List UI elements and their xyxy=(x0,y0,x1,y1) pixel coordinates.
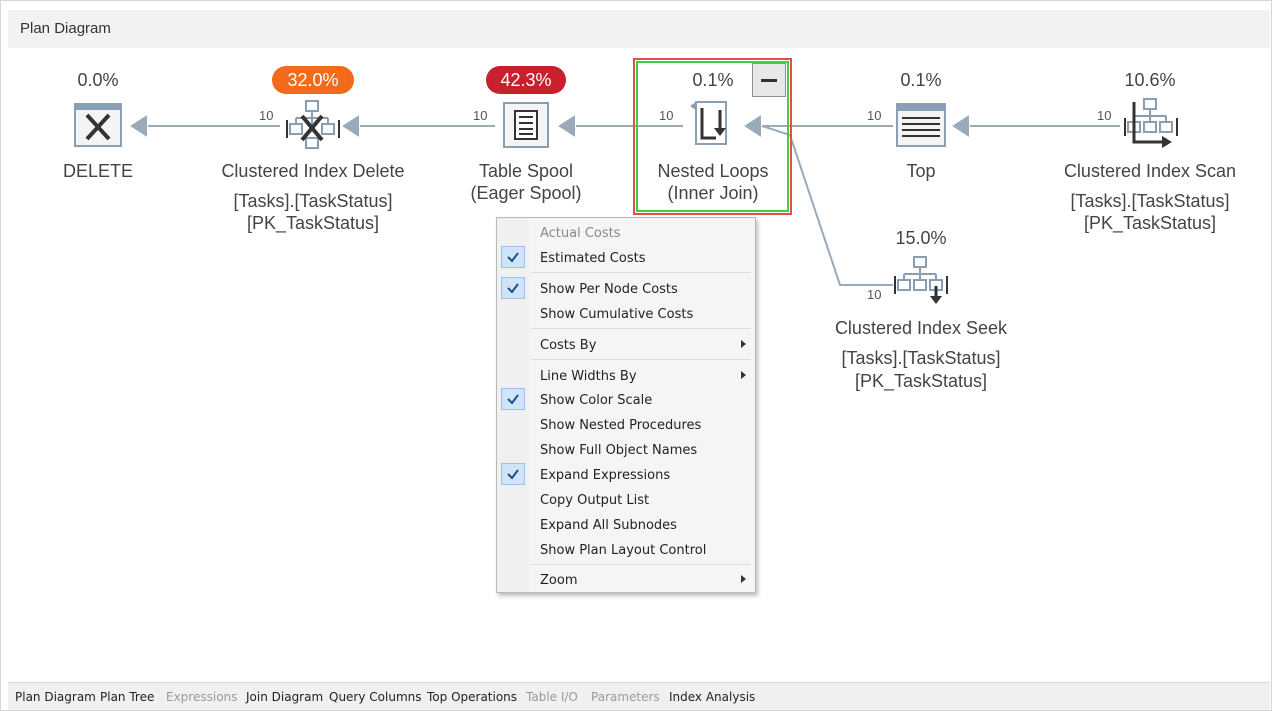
node-name: Table Spool xyxy=(478,161,574,181)
minus-icon xyxy=(761,79,777,82)
node-index: [PK_TaskStatus] xyxy=(854,371,988,391)
edge-arrow-delete xyxy=(130,115,147,137)
tab-expressions[interactable]: Expressions xyxy=(166,690,237,704)
node-index: [PK_TaskStatus] xyxy=(246,213,380,233)
nested-loops-icon xyxy=(690,101,727,145)
tab-index-analysis[interactable]: Index Analysis xyxy=(669,690,755,704)
menu-item-label: Show Full Object Names xyxy=(540,443,698,458)
menu-item-show-full-object-names[interactable]: Show Full Object Names xyxy=(498,437,754,462)
submenu-arrow-icon xyxy=(741,575,746,583)
tab-query-columns[interactable]: Query Columns xyxy=(329,690,422,704)
tab-top-operations[interactable]: Top Operations xyxy=(427,690,517,704)
edge-arrow-spool xyxy=(558,115,575,137)
menu-separator xyxy=(531,564,751,565)
menu-item-estimated-costs[interactable]: Estimated Costs xyxy=(498,245,754,270)
edge-arrow-cidelete xyxy=(342,115,359,137)
row-count: 10 xyxy=(659,108,674,123)
menu-item-show-plan-layout-control[interactable]: Show Plan Layout Control xyxy=(498,537,754,562)
check-icon xyxy=(501,246,525,268)
menu-item-expand-all-subnodes[interactable]: Expand All Subnodes xyxy=(498,512,754,537)
menu-item-label: Estimated Costs xyxy=(540,251,646,266)
menu-item-zoom[interactable]: Zoom xyxy=(498,567,754,592)
menu-item-label: Actual Costs xyxy=(540,226,621,241)
clustered-index-seek-icon xyxy=(894,256,948,304)
menu-separator xyxy=(531,328,751,329)
node-index: [PK_TaskStatus] xyxy=(1083,213,1217,233)
node-name: DELETE xyxy=(62,161,134,181)
node-name: Top xyxy=(906,161,936,181)
node-name: Clustered Index Scan xyxy=(1063,161,1237,181)
menu-item-label: Show Per Node Costs xyxy=(540,282,678,297)
clustered-index-delete-icon xyxy=(286,100,340,149)
menu-separator xyxy=(531,359,751,360)
menu-item-label: Copy Output List xyxy=(540,493,650,508)
row-count: 10 xyxy=(259,108,274,123)
tab-join-diagram[interactable]: Join Diagram xyxy=(246,690,323,704)
menu-item-show-per-node-costs[interactable]: Show Per Node Costs xyxy=(498,276,754,301)
node-cost-percent: 0.1% xyxy=(900,70,942,90)
menu-item-actual-costs[interactable]: Actual Costs xyxy=(498,220,754,245)
menu-item-label: Show Cumulative Costs xyxy=(540,307,694,322)
node-subname: (Inner Join) xyxy=(667,183,759,203)
tab-parameters[interactable]: Parameters xyxy=(591,690,660,704)
node-cost-percent: 10.6% xyxy=(1124,70,1176,90)
node-cost-badge: 42.3% xyxy=(486,66,566,94)
node-cost-badge: 32.0% xyxy=(272,66,354,94)
node-subname: (Eager Spool) xyxy=(470,183,582,203)
check-icon xyxy=(501,277,525,299)
menu-separator xyxy=(531,272,751,273)
menu-item-show-cumulative-costs[interactable]: Show Cumulative Costs xyxy=(498,301,754,326)
menu-item-label: Show Plan Layout Control xyxy=(540,543,707,558)
node-cost-percent: 0.1% xyxy=(692,70,734,90)
menu-item-label: Zoom xyxy=(540,573,578,588)
menu-item-line-widths-by[interactable]: Line Widths By xyxy=(498,363,754,388)
menu-item-show-color-scale[interactable]: Show Color Scale xyxy=(498,387,754,412)
menu-item-label: Expand Expressions xyxy=(540,468,671,483)
submenu-arrow-icon xyxy=(741,340,746,348)
node-object: [Tasks].[TaskStatus] xyxy=(841,348,1001,368)
check-icon xyxy=(501,388,525,410)
node-cost-percent: 15.0% xyxy=(895,228,947,248)
row-count: 10 xyxy=(867,108,882,123)
node-object: [Tasks].[TaskStatus] xyxy=(233,191,393,211)
menu-item-label: Expand All Subnodes xyxy=(540,518,677,533)
context-menu: Actual Costs Estimated Costs Show Per No… xyxy=(496,217,756,593)
menu-item-label: Show Color Scale xyxy=(540,393,653,408)
menu-item-copy-output-list[interactable]: Copy Output List xyxy=(498,487,754,512)
check-icon xyxy=(501,463,525,485)
node-name: Clustered Index Delete xyxy=(221,161,405,181)
menu-item-costs-by[interactable]: Costs By xyxy=(498,332,754,357)
menu-item-label: Costs By xyxy=(540,338,597,353)
node-cost-percent: 0.0% xyxy=(77,70,119,90)
node-name: Clustered Index Seek xyxy=(834,318,1008,338)
delete-icon xyxy=(74,103,122,147)
tab-plan-tree[interactable]: Plan Tree xyxy=(100,690,154,704)
edge-arrow-top xyxy=(952,115,969,137)
row-count: 10 xyxy=(473,108,488,123)
tab-table-io[interactable]: Table I/O xyxy=(526,690,578,704)
menu-item-expand-expressions[interactable]: Expand Expressions xyxy=(498,462,754,487)
bottom-tab-bar: Plan Diagram Plan Tree Expressions Join … xyxy=(8,682,1270,710)
clustered-index-scan-icon xyxy=(1124,98,1178,148)
row-count: 10 xyxy=(867,287,882,302)
submenu-arrow-icon xyxy=(741,371,746,379)
node-name: Nested Loops xyxy=(657,161,769,181)
menu-item-label: Show Nested Procedures xyxy=(540,418,702,433)
row-count: 10 xyxy=(1097,108,1112,123)
table-spool-icon xyxy=(503,102,549,148)
tab-plan-diagram[interactable]: Plan Diagram xyxy=(15,690,96,704)
top-icon xyxy=(896,103,946,147)
node-object: [Tasks].[TaskStatus] xyxy=(1070,191,1230,211)
menu-item-show-nested-procedures[interactable]: Show Nested Procedures xyxy=(498,412,754,437)
menu-item-label: Line Widths By xyxy=(540,369,637,384)
